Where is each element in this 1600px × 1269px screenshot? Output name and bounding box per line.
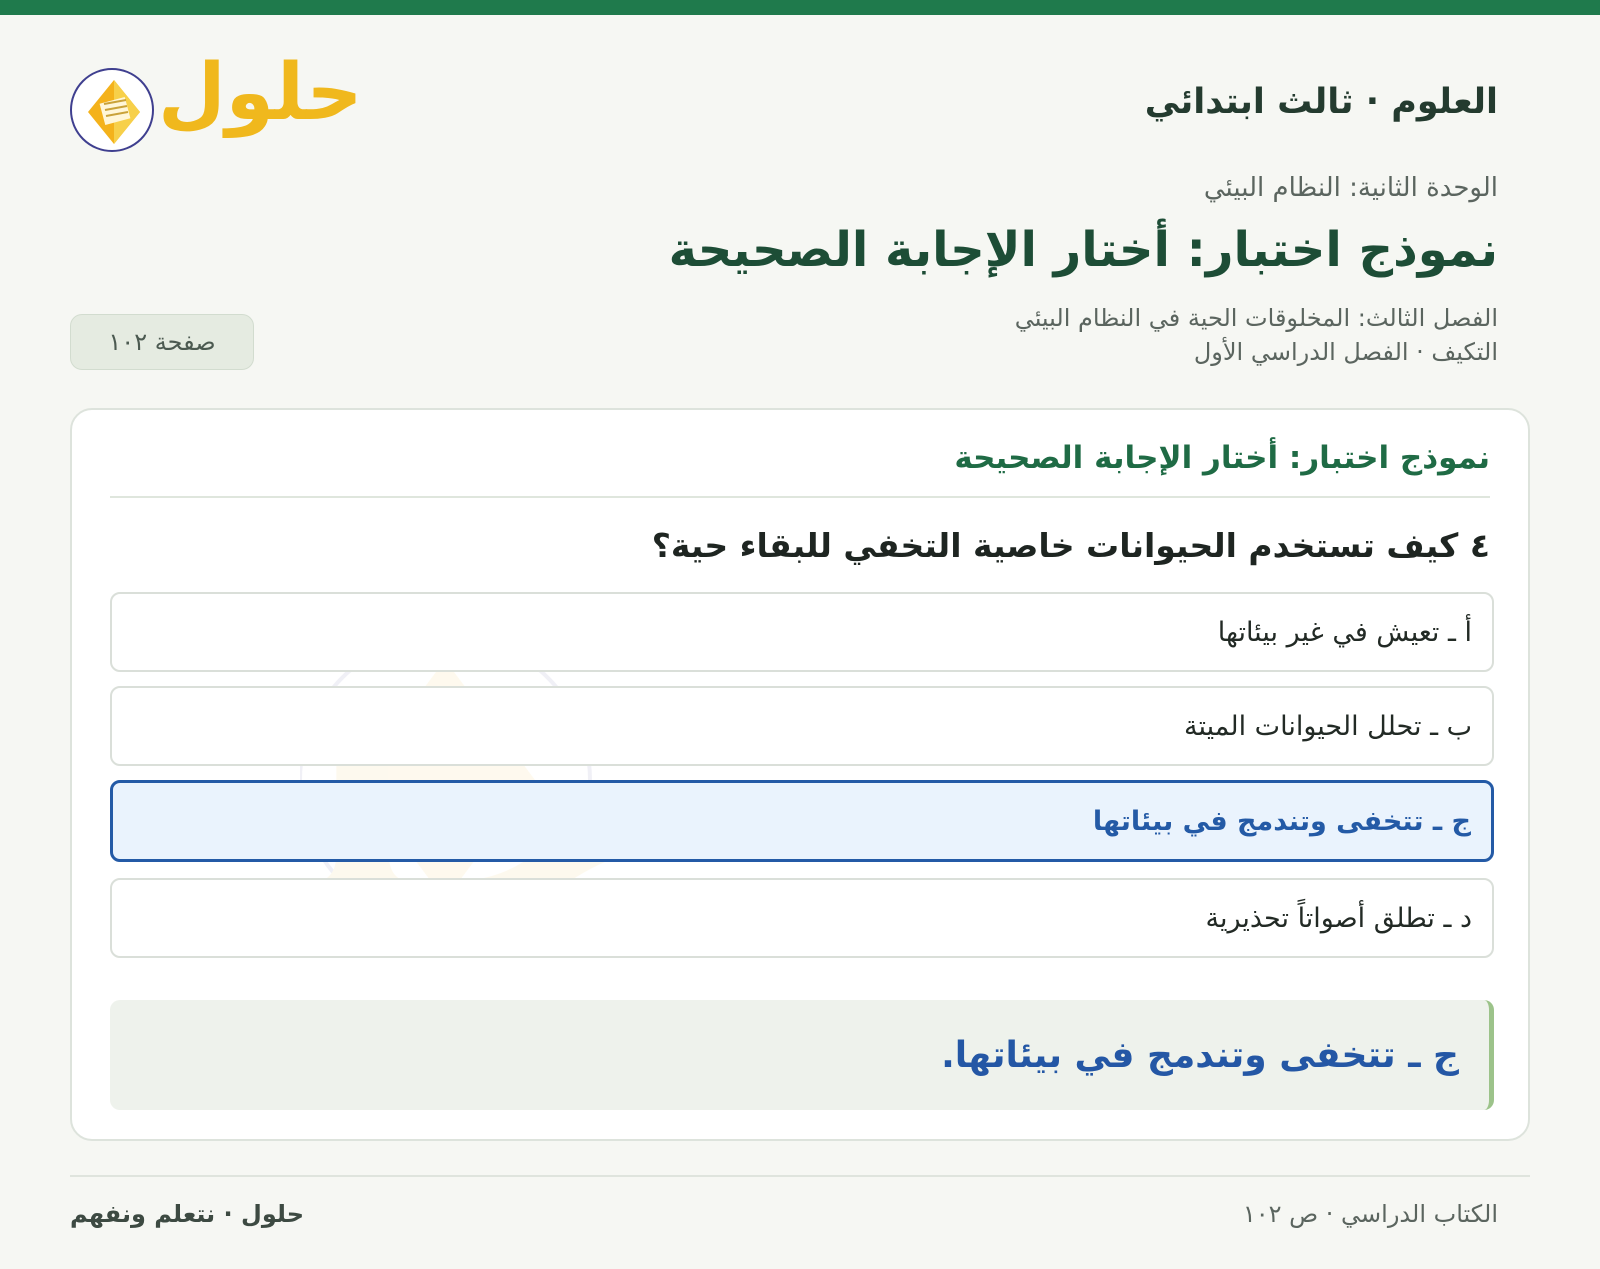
option-d[interactable]: د ـ تطلق أصواتاً تحذيرية [110, 878, 1494, 958]
answer-box: ج ـ تتخفى وتندمج في بيئاتها. [110, 1000, 1494, 1110]
page-badge: صفحة ١٠٢ [70, 314, 254, 370]
option-a[interactable]: أ ـ تعيش في غير بيئاتها [110, 592, 1494, 672]
footer-divider [70, 1175, 1530, 1177]
logo-wordmark: حلول [158, 48, 363, 138]
option-c-selected[interactable]: ج ـ تتخفى وتندمج في بيئاتها [110, 780, 1494, 862]
footer-book-page: الكتاب الدراسي · ص ١٠٢ [1242, 1200, 1498, 1228]
option-b[interactable]: ب ـ تحلل الحيوانات الميتة [110, 686, 1494, 766]
book-icon [70, 68, 154, 152]
footer-brand-slogan[interactable]: حلول · نتعلم ونفهم [70, 1200, 304, 1228]
card-title: نموذج اختبار: أختار الإجابة الصحيحة [954, 440, 1490, 476]
chapter-label: الفصل الثالث: المخلوقات الحية في النظام … [1014, 304, 1498, 332]
divider [110, 496, 1490, 498]
hulul-logo[interactable]: حلول [70, 54, 363, 160]
top-accent-bar [0, 0, 1600, 15]
question-text: ٤ كيف تستخدم الحيوانات خاصية التخفي للبق… [651, 526, 1490, 565]
page-title: نموذج اختبار: أختار الإجابة الصحيحة [668, 222, 1498, 278]
header: العلوم · ثالث ابتدائي حلول [70, 54, 1498, 160]
question-card: حلول نموذج اختبار: أختار الإجابة الصحيحة… [70, 408, 1530, 1141]
unit-label: الوحدة الثانية: النظام البيئي [1203, 173, 1498, 203]
lesson-label: التكيف · الفصل الدراسي الأول [1193, 338, 1498, 366]
subject-grade-title: العلوم · ثالث ابتدائي [1144, 82, 1498, 122]
